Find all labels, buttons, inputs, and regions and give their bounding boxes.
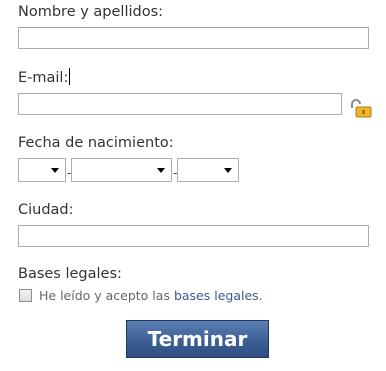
legal-terms-link[interactable]: bases legales	[174, 288, 259, 303]
finish-button[interactable]: Terminar	[126, 320, 269, 358]
email-input[interactable]	[18, 93, 342, 115]
dropdown-arrow-icon	[157, 168, 165, 173]
dropdown-arrow-icon	[224, 168, 232, 173]
unlocked-padlock-icon[interactable]	[349, 98, 373, 118]
email-label-text: E-mail:	[18, 70, 69, 86]
email-label: E-mail:	[18, 68, 71, 86]
dropdown-arrow-icon	[51, 168, 59, 173]
name-input[interactable]	[18, 27, 369, 49]
birth-year-select[interactable]	[177, 158, 239, 182]
city-input[interactable]	[18, 225, 369, 247]
accept-terms-suffix: .	[258, 288, 263, 303]
city-label: Ciudad:	[18, 202, 74, 218]
accept-terms-prefix: He leído y acepto las	[39, 288, 174, 303]
text-caret	[69, 68, 71, 85]
birthdate-label: Fecha de nacimiento:	[18, 135, 174, 151]
accept-terms-text: He leído y acepto las bases legales.	[39, 288, 263, 303]
legal-label: Bases legales:	[18, 266, 122, 282]
registration-form: Nombre y apellidos: E-mail: Fecha de nac…	[0, 0, 386, 371]
birth-month-select[interactable]	[71, 158, 172, 182]
birth-day-select[interactable]	[18, 158, 66, 182]
name-label: Nombre y apellidos:	[18, 4, 164, 20]
accept-terms-checkbox[interactable]	[19, 289, 32, 302]
